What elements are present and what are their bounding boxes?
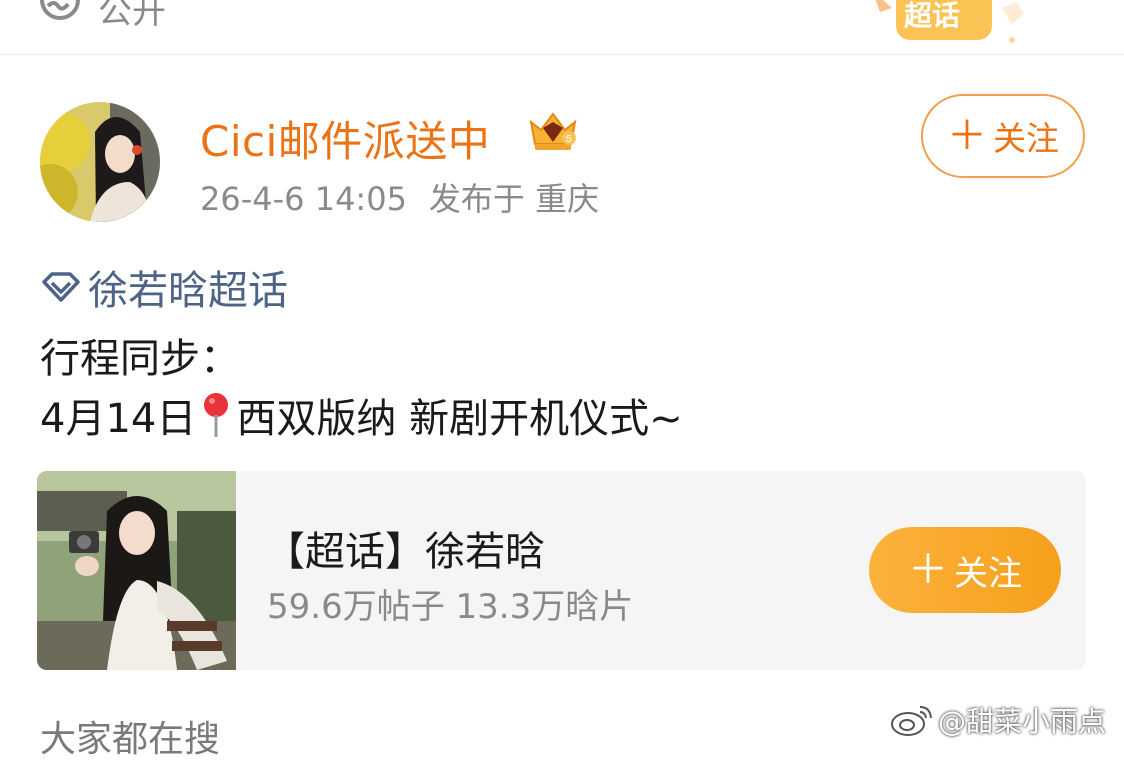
- divider: [0, 54, 1124, 55]
- follow-button[interactable]: ＋ 关注: [921, 94, 1085, 178]
- trending-search-heading: 大家都在搜: [40, 719, 221, 760]
- post-date: 4月14日: [40, 396, 197, 442]
- plus-icon: ＋: [908, 547, 948, 593]
- chaohua-sticker[interactable]: 超话: [862, 0, 1030, 52]
- vip-crown-badge[interactable]: 5: [525, 108, 581, 154]
- plus-icon: ＋: [947, 113, 987, 159]
- card-follow-button[interactable]: ＋ 关注: [869, 527, 1061, 613]
- globe-icon: [40, 0, 80, 20]
- post-timestamp: 26-4-6 14:05: [200, 180, 407, 218]
- username[interactable]: Cici邮件派送中: [200, 108, 490, 169]
- card-follow-label: 关注: [954, 553, 1022, 594]
- watermark: @甜菜小雨点: [890, 700, 1106, 740]
- weibo-logo-icon: [891, 706, 932, 736]
- sticker-label: 超话: [904, 0, 961, 32]
- avatar[interactable]: [40, 102, 160, 222]
- follow-label: 关注: [993, 119, 1059, 158]
- topic-link[interactable]: 徐若晗超话: [40, 258, 288, 316]
- watermark-text: @甜菜小雨点: [938, 705, 1107, 738]
- card-title: 【超话】徐若晗: [265, 529, 545, 575]
- avatar-image: [40, 102, 160, 222]
- topic-label: 徐若晗超话: [88, 268, 288, 314]
- visibility-label: 公开: [98, 0, 166, 32]
- post-text-line-2: 4月14日 西双版纳 新剧开机仪式~: [40, 386, 683, 444]
- top-strip: 公开 超话: [0, 0, 1124, 55]
- card-thumbnail: [37, 471, 236, 670]
- card-stats: 59.6万帖子 13.3万晗片: [267, 587, 634, 627]
- supertopic-card[interactable]: 【超话】徐若晗 59.6万帖子 13.3万晗片 ＋ 关注: [37, 471, 1086, 670]
- post-meta: 26-4-6 14:05 发布于 重庆: [200, 174, 599, 220]
- diamond-topic-icon: [42, 272, 80, 302]
- post-location: 发布于 重庆: [428, 180, 600, 218]
- svg-text:5: 5: [566, 134, 572, 145]
- location-pin-icon: [204, 393, 229, 437]
- post-text-line-1: 行程同步：: [40, 336, 240, 382]
- post-text-rest: 西双版纳 新剧开机仪式~: [236, 396, 683, 442]
